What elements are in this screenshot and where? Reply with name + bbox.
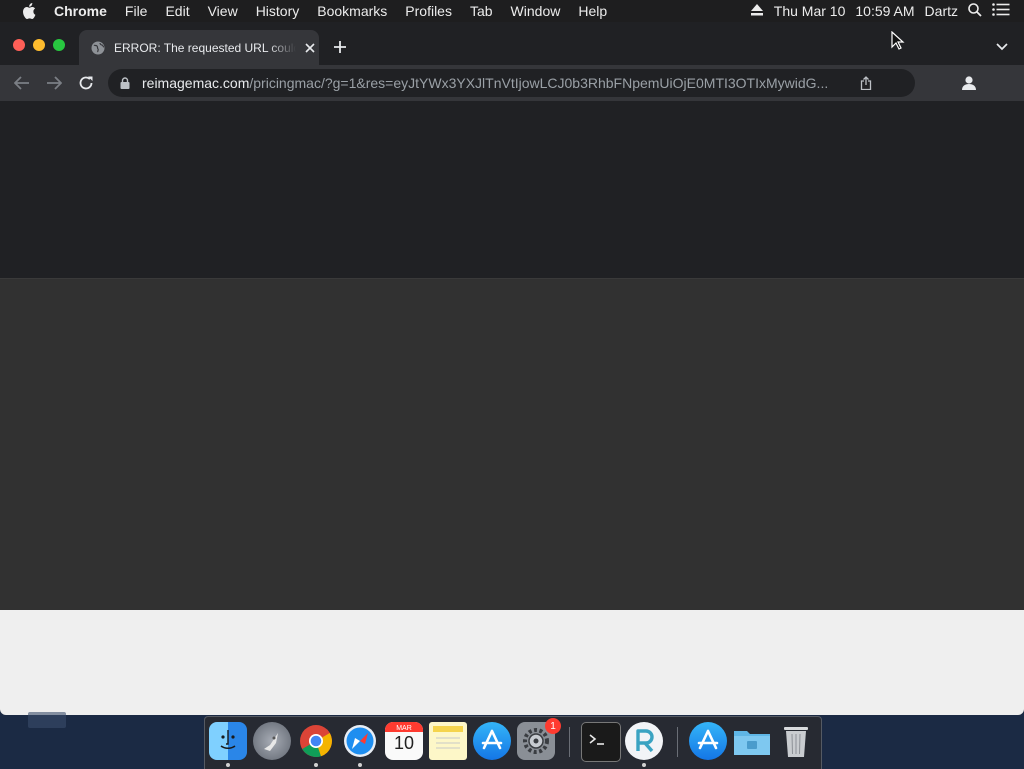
calendar-icon[interactable]: MAR 10 <box>385 722 423 760</box>
lock-icon[interactable] <box>120 76 132 90</box>
forward-arrow-icon[interactable] <box>44 73 64 93</box>
system-preferences-icon[interactable]: 1 <box>517 718 561 760</box>
reimage-running-dot <box>642 763 646 767</box>
browser-tab-active[interactable]: ERROR: The requested URL could not be re… <box>79 30 319 65</box>
dock: MAR 10 1 <box>204 716 822 769</box>
launchpad-icon[interactable] <box>253 722 291 760</box>
menu-help[interactable]: Help <box>578 3 607 19</box>
globe-icon <box>91 41 105 55</box>
tab-strip: ERROR: The requested URL could not be re… <box>0 22 1024 65</box>
notification-badge: 1 <box>545 718 561 734</box>
app-store-icon[interactable] <box>473 722 511 760</box>
share-icon[interactable] <box>858 75 874 91</box>
folder-icon[interactable] <box>733 722 771 760</box>
url-path: /pricingmac/?g=1&res=eyJtYWx3YXJlTnVtIjo… <box>249 75 829 91</box>
browser-toolbar: reimagemac.com/pricingmac/?g=1&res=eyJtY… <box>0 65 1024 101</box>
menu-window[interactable]: Window <box>511 3 561 19</box>
finder-running-dot <box>226 763 230 767</box>
finder-icon[interactable] <box>209 722 247 760</box>
app-store-icon[interactable] <box>689 722 727 760</box>
tab-title: ERROR: The requested URL could not be re… <box>114 40 296 55</box>
safari-icon[interactable] <box>341 722 379 760</box>
menu-bookmarks[interactable]: Bookmarks <box>317 3 387 19</box>
terminal-icon[interactable] <box>581 722 621 762</box>
back-arrow-icon[interactable] <box>12 73 32 93</box>
notification-center-icon[interactable] <box>992 3 1010 19</box>
chrome-icon[interactable] <box>297 722 335 760</box>
chevron-down-icon[interactable] <box>994 40 1010 54</box>
window-zoom-button[interactable] <box>53 39 65 51</box>
content-light-region <box>0 610 1024 715</box>
browser-window: ERROR: The requested URL could not be re… <box>0 22 1024 715</box>
content-gray-region <box>0 278 1024 611</box>
menu-history[interactable]: History <box>256 3 300 19</box>
calendar-month: MAR <box>396 725 412 732</box>
menu-view[interactable]: View <box>208 3 238 19</box>
calendar-day: 10 <box>393 733 415 753</box>
window-minimize-button[interactable] <box>33 39 45 51</box>
apple-icon[interactable] <box>21 3 37 19</box>
menu-file[interactable]: File <box>125 3 148 19</box>
profile-avatar-icon[interactable] <box>958 72 980 94</box>
new-tab-button[interactable] <box>331 38 349 56</box>
url-host: reimagemac.com <box>142 75 250 91</box>
spotlight-search-icon[interactable] <box>968 2 982 20</box>
menubar-user[interactable]: Dartz <box>925 3 958 19</box>
menu-edit[interactable]: Edit <box>165 3 189 19</box>
menubar-time[interactable]: 10:59 AM <box>855 3 914 19</box>
reload-icon[interactable] <box>76 73 96 93</box>
menu-tab[interactable]: Tab <box>470 3 493 19</box>
menu-profiles[interactable]: Profiles <box>405 3 452 19</box>
content-dark-region <box>0 101 1024 278</box>
window-close-button[interactable] <box>13 39 25 51</box>
desktop-item[interactable] <box>28 712 66 728</box>
menubar-date[interactable]: Thu Mar 10 <box>774 3 846 19</box>
notes-icon[interactable] <box>429 722 467 760</box>
eject-icon[interactable] <box>750 3 764 19</box>
trash-icon[interactable] <box>777 722 815 760</box>
mouse-cursor-icon <box>891 30 905 51</box>
url-text[interactable]: reimagemac.com/pricingmac/?g=1&res=eyJtY… <box>142 75 847 91</box>
chrome-running-dot <box>314 763 318 767</box>
dock-separator <box>677 727 678 757</box>
menu-bar: Chrome File Edit View History Bookmarks … <box>0 0 1024 22</box>
reimage-icon[interactable] <box>625 722 663 760</box>
safari-running-dot <box>358 763 362 767</box>
address-bar[interactable]: reimagemac.com/pricingmac/?g=1&res=eyJtY… <box>108 69 915 97</box>
tab-close-icon[interactable] <box>303 41 317 55</box>
menu-app-name[interactable]: Chrome <box>54 3 107 19</box>
dock-separator <box>569 727 570 757</box>
page-content <box>0 101 1024 715</box>
